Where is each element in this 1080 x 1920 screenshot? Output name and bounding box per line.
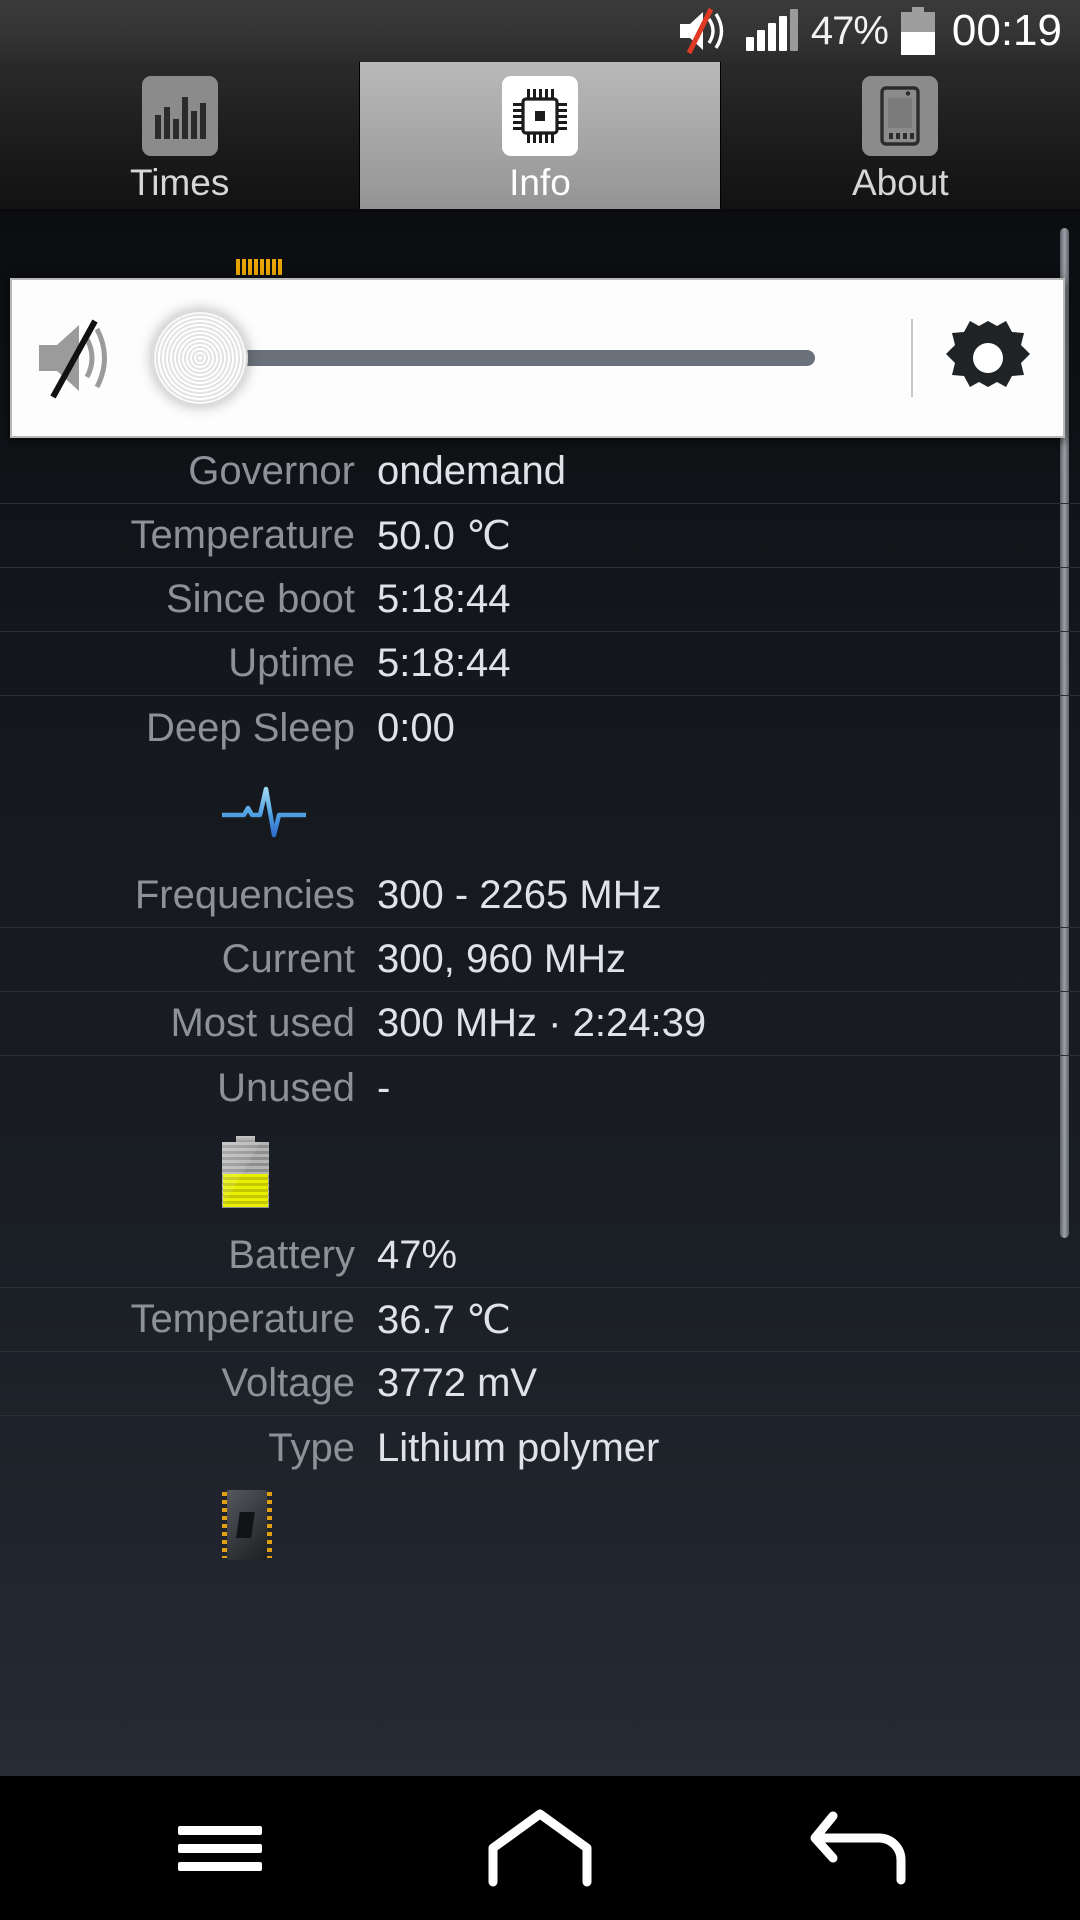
volume-mute-icon (677, 8, 733, 54)
row-value: - (377, 1065, 391, 1110)
table-row[interactable]: Deep Sleep 0:00 (0, 696, 1080, 760)
section-frequency-header (0, 760, 1080, 864)
status-battery-percent: 47% (810, 8, 889, 53)
table-row[interactable]: Temperature 36.7 ℃ (0, 1288, 1080, 1352)
section-battery: Battery 47% Temperature 36.7 ℃ Voltage 3… (0, 1120, 1080, 1480)
phone-icon (862, 76, 939, 156)
row-value: 36.7 ℃ (377, 1297, 511, 1342)
row-label: Type (268, 1425, 355, 1470)
table-row[interactable]: Uptime 5:18:44 (0, 632, 1080, 696)
tab-about[interactable]: About (720, 62, 1080, 209)
table-row[interactable]: Frequencies 300 - 2265 MHz (0, 864, 1080, 928)
table-row[interactable]: Unused - (0, 1056, 1080, 1120)
volume-slider-track[interactable] (199, 350, 815, 366)
row-label: Temperature (130, 1297, 355, 1341)
volume-slider-thumb[interactable] (152, 310, 248, 406)
row-label: Temperature (130, 513, 355, 557)
table-row[interactable]: Type Lithium polymer (0, 1416, 1080, 1480)
row-label: Uptime (228, 641, 355, 685)
row-label: Voltage (221, 1361, 355, 1405)
section-cpu: Governor ondemand Temperature 50.0 ℃ Sin… (0, 440, 1080, 760)
status-bar: 47% 00:19 (0, 0, 1080, 62)
menu-icon[interactable] (160, 1803, 280, 1893)
status-battery-icon (900, 7, 935, 55)
row-value: 300, 960 MHz (377, 937, 627, 981)
gear-icon[interactable] (913, 315, 1063, 401)
volume-overlay-panel[interactable] (10, 278, 1065, 438)
tab-times[interactable]: Times (0, 62, 361, 209)
row-label: Unused (217, 1065, 355, 1110)
row-value: 300 - 2265 MHz (377, 873, 662, 917)
table-row[interactable]: Temperature 50.0 ℃ (0, 504, 1080, 568)
volume-slider[interactable] (144, 280, 907, 436)
info-scroll-view[interactable]: Governor ondemand Temperature 50.0 ℃ Sin… (0, 212, 1080, 1776)
row-label: Since boot (165, 577, 355, 621)
table-row[interactable]: Battery 47% (0, 1224, 1080, 1288)
row-value: 50.0 ℃ (377, 513, 511, 558)
tab-times-label: Times (129, 162, 230, 203)
table-row[interactable]: Most used 300 MHz · 2:24:39 (0, 992, 1080, 1056)
tab-about-label: About (851, 162, 949, 203)
speaker-muted-icon[interactable] (12, 317, 144, 399)
row-value: 5:18:44 (377, 641, 511, 685)
row-label: Current (221, 937, 355, 981)
cpu-chip-icon (501, 76, 578, 156)
row-label: Frequencies (134, 873, 355, 917)
table-row[interactable]: Current 300, 960 MHz (0, 928, 1080, 992)
tab-bar: Times Info About (0, 62, 1080, 212)
home-icon[interactable] (480, 1803, 600, 1893)
back-icon[interactable] (800, 1803, 920, 1893)
signal-bars-icon (745, 9, 798, 51)
tab-info-label: Info (509, 162, 571, 203)
pulse-wave-icon (222, 786, 306, 838)
table-row[interactable]: Since boot 5:18:44 (0, 568, 1080, 632)
row-label: Deep Sleep (145, 705, 355, 750)
section-frequency: Frequencies 300 - 2265 MHz Current 300, … (0, 760, 1080, 1120)
row-value: 0:00 (377, 705, 455, 750)
row-label: Governor (188, 449, 355, 493)
section-memory-header (0, 1480, 1080, 1570)
table-row[interactable]: Governor ondemand (0, 440, 1080, 504)
section-battery-header (0, 1120, 1080, 1224)
phone-screen: 47% 00:19 Times Info About Governor onde… (0, 0, 1080, 1920)
row-value: 47% (377, 1233, 458, 1277)
android-nav-bar (0, 1776, 1080, 1920)
status-clock: 00:19 (951, 6, 1062, 55)
battery-icon (222, 1136, 269, 1208)
row-value: 3772 mV (377, 1361, 538, 1405)
bar-chart-icon (141, 76, 218, 156)
memory-chip-icon (222, 1490, 272, 1560)
row-value: 5:18:44 (377, 577, 511, 621)
table-row[interactable]: Voltage 3772 mV (0, 1352, 1080, 1416)
row-label: Most used (170, 1001, 355, 1045)
row-value: 300 MHz · 2:24:39 (377, 1001, 707, 1045)
row-value: ondemand (377, 449, 567, 493)
row-value: Lithium polymer (377, 1425, 660, 1470)
row-label: Battery (228, 1233, 355, 1277)
section-memory (0, 1480, 1080, 1570)
tab-info[interactable]: Info (360, 62, 721, 209)
